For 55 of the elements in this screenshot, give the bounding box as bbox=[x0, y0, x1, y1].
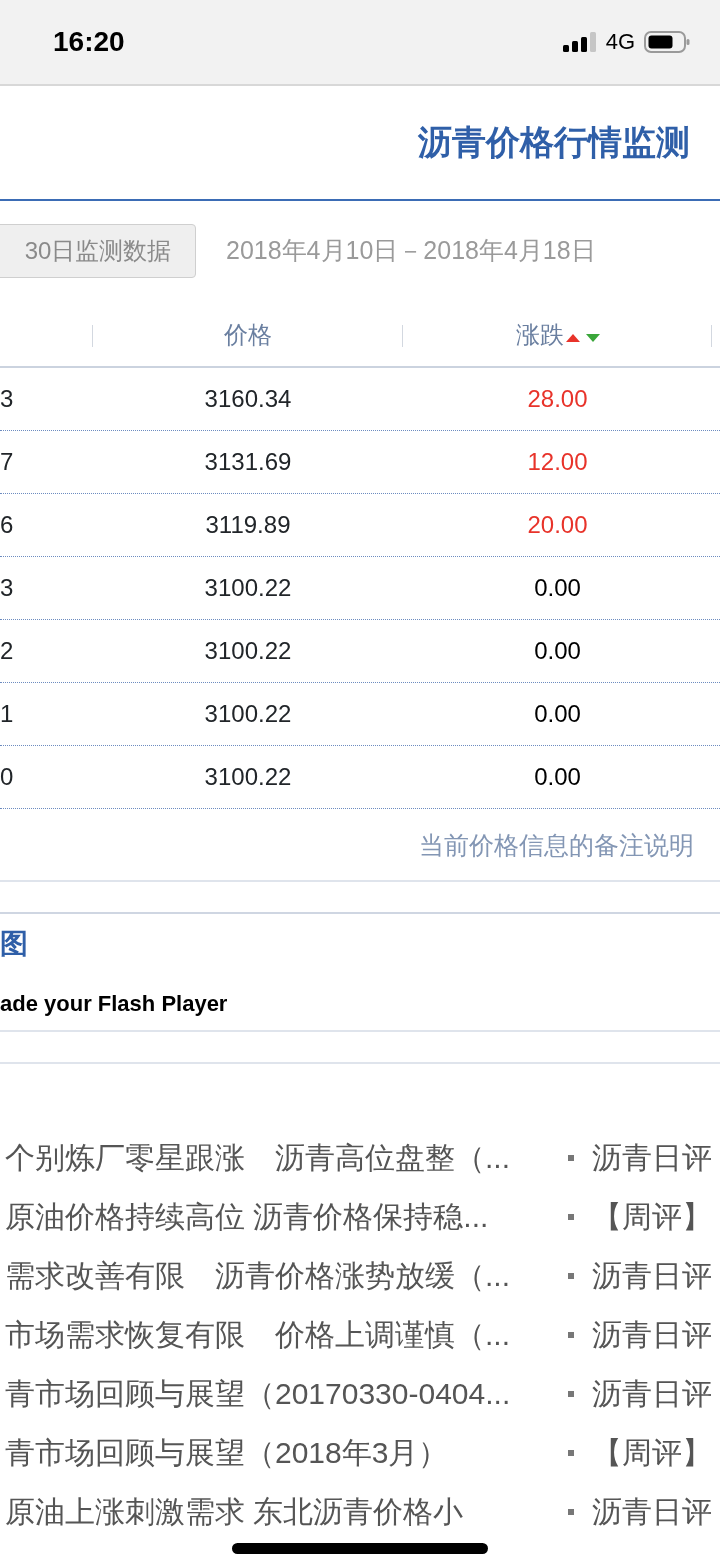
table-cell: 3160.34 bbox=[204, 384, 292, 414]
table-cell: 3100.22 bbox=[204, 762, 292, 792]
table-cell: 3119.89 bbox=[205, 510, 291, 540]
news-link[interactable]: 市场需求恢复有限 价格上调谨慎（... bbox=[0, 1316, 568, 1353]
bullet-icon bbox=[568, 1390, 574, 1397]
table-cell-text: 7 bbox=[0, 447, 15, 477]
table-cell-text: 3 bbox=[0, 573, 15, 603]
status-time: 16:20 bbox=[53, 25, 125, 59]
table-cell-text: 0 bbox=[0, 762, 15, 792]
table-cell: 3131.69 bbox=[204, 447, 292, 477]
category-link[interactable]: 【周评】 bbox=[592, 1434, 712, 1471]
table-cell: 28.00 bbox=[527, 384, 588, 414]
battery-icon bbox=[644, 31, 690, 53]
table-cell-text: 1 bbox=[0, 699, 15, 729]
network-label: 4G bbox=[605, 28, 635, 56]
category-link[interactable]: 沥青日评 bbox=[592, 1316, 712, 1353]
table-cell: 0.00 bbox=[534, 573, 581, 603]
table-cell: 3100.22 bbox=[204, 636, 292, 666]
category-link[interactable]: 【周评】 bbox=[592, 1198, 712, 1235]
category-link[interactable]: 沥青日评 bbox=[592, 1139, 712, 1176]
bullet-icon bbox=[568, 1449, 574, 1456]
news-link[interactable]: 原油价格持续高位 沥青价格保持稳... bbox=[0, 1198, 568, 1235]
down-triangle-icon bbox=[585, 334, 600, 343]
up-triangle-icon bbox=[565, 334, 580, 343]
table-cell: 3100.22 bbox=[204, 699, 292, 729]
flash-message: ade your Flash Player bbox=[0, 990, 229, 1018]
bullet-icon bbox=[568, 1154, 574, 1161]
bullet-icon bbox=[568, 1272, 574, 1279]
section-title: 图 bbox=[0, 927, 29, 961]
table-cell: 12.00 bbox=[527, 447, 588, 477]
page-title: 沥青价格行情监测 bbox=[418, 122, 690, 163]
home-indicator[interactable] bbox=[232, 1543, 488, 1554]
bullet-icon bbox=[568, 1331, 574, 1338]
table-cell-text: 6 bbox=[0, 510, 15, 540]
table-cell: 0.00 bbox=[534, 699, 581, 729]
news-link[interactable]: 青市场回顾与展望（2018年3月） bbox=[0, 1434, 568, 1471]
column-header[interactable]: 价格 bbox=[224, 321, 272, 350]
table-cell-text: 3 bbox=[0, 384, 15, 414]
category-link[interactable]: 沥青日评 bbox=[592, 1375, 712, 1412]
signal-icon bbox=[562, 32, 597, 52]
table-cell: 20.00 bbox=[527, 510, 588, 540]
news-link[interactable]: 青市场回顾与展望（20170330-0404... bbox=[0, 1375, 568, 1412]
table-cell: 0.00 bbox=[534, 762, 581, 792]
news-link[interactable]: 需求改善有限 沥青价格涨势放缓（... bbox=[0, 1257, 568, 1294]
category-link[interactable]: 沥青日评 bbox=[592, 1257, 712, 1294]
news-link[interactable]: 原油上涨刺激需求 东北沥青价格小 bbox=[0, 1493, 568, 1530]
news-link[interactable]: 个别炼厂零星跟涨 沥青高位盘整（... bbox=[0, 1139, 568, 1176]
table-cell-text: 2 bbox=[0, 636, 15, 666]
bullet-icon bbox=[568, 1213, 574, 1220]
category-link[interactable]: 沥青日评 bbox=[592, 1493, 712, 1530]
bullet-icon bbox=[568, 1508, 574, 1515]
column-header[interactable]: 涨跌 bbox=[515, 321, 600, 350]
date-range: 2018年4月10日－2018年4月18日 bbox=[226, 235, 596, 267]
table-cell: 3100.22 bbox=[204, 573, 292, 603]
table-cell: 0.00 bbox=[534, 636, 581, 666]
